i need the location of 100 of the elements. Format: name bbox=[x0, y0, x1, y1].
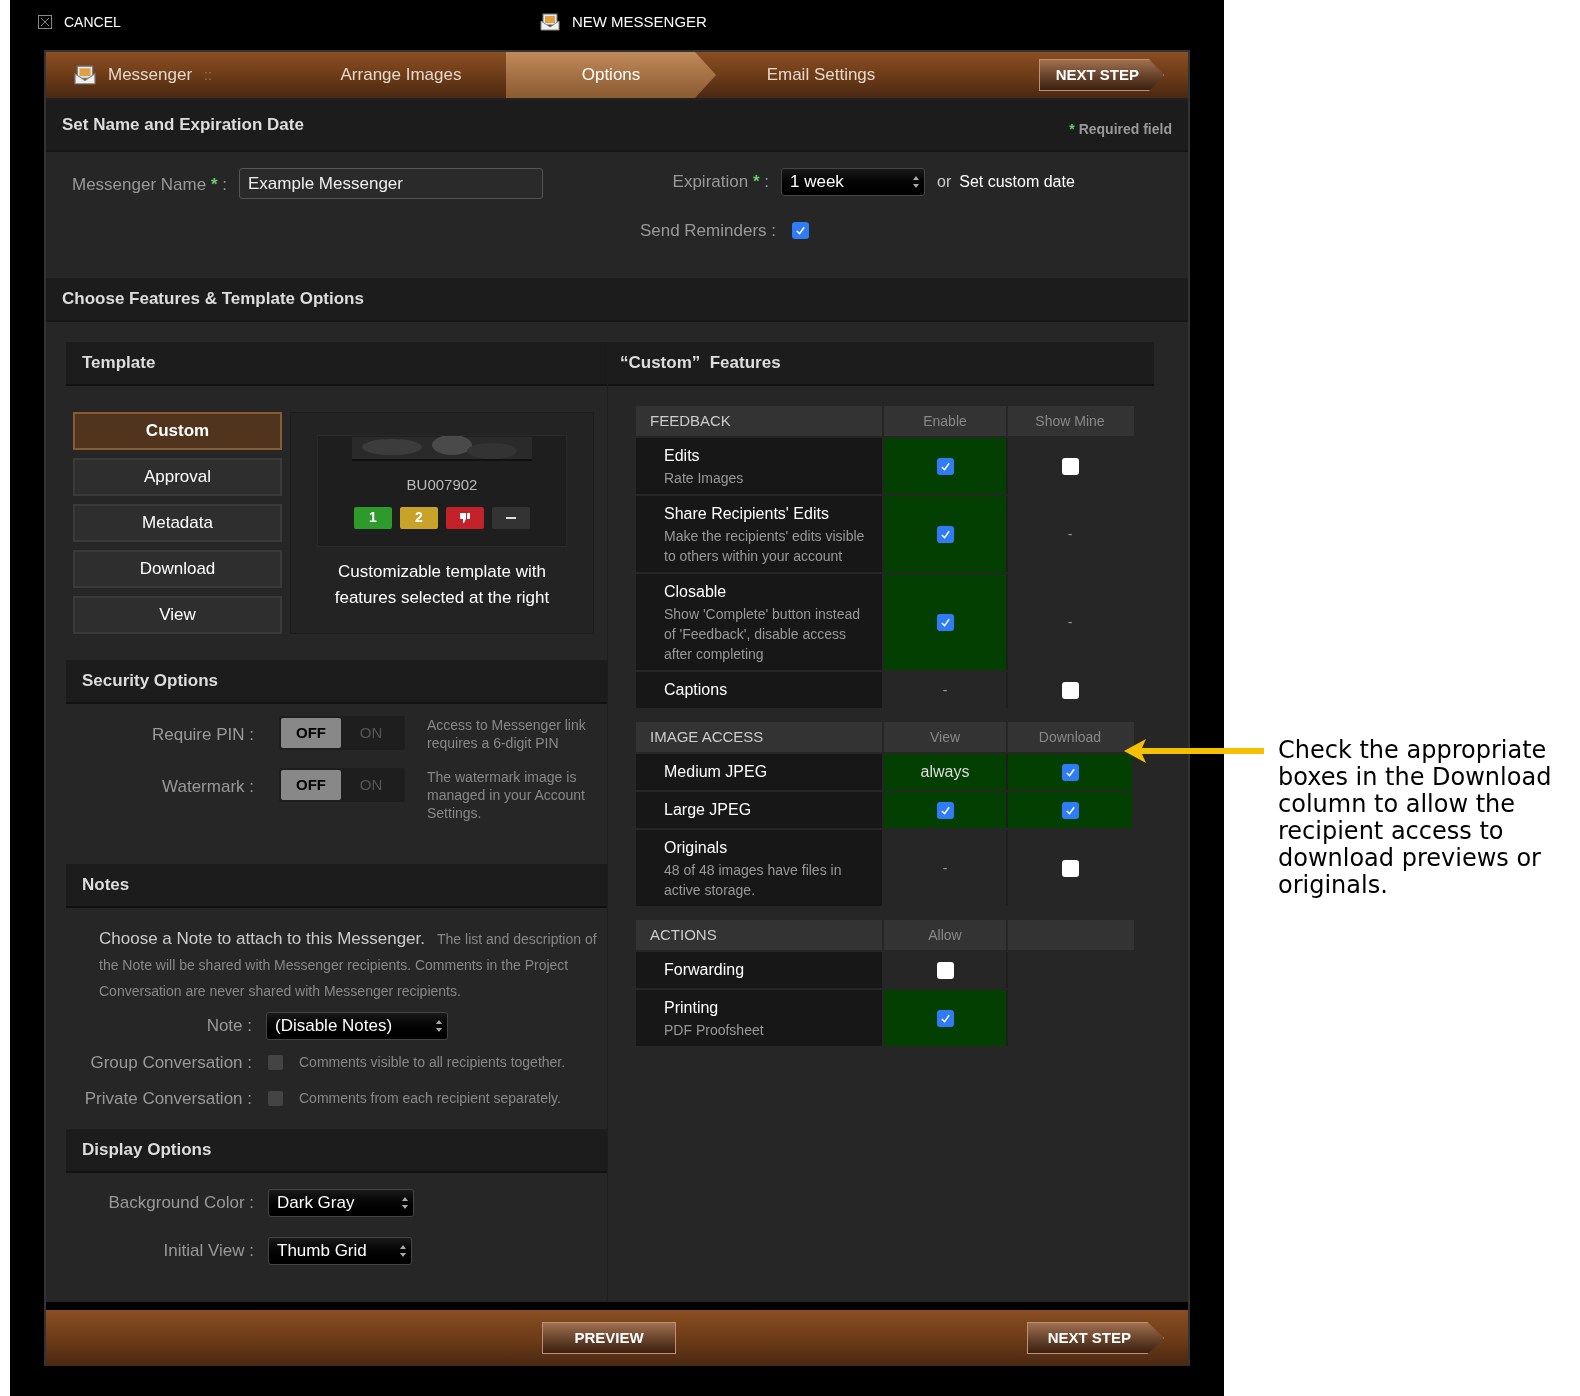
select-dropdown[interactable]: 1 week bbox=[781, 168, 925, 196]
rating-button[interactable]: 1 bbox=[354, 506, 392, 529]
minus-icon bbox=[506, 516, 516, 519]
feature-description: PDF Proofsheet bbox=[664, 1021, 765, 1040]
section-title: Template bbox=[82, 352, 156, 375]
checkbox[interactable] bbox=[936, 525, 954, 543]
checkmark-icon bbox=[1064, 766, 1076, 778]
group-header: IMAGE ACCESS bbox=[636, 722, 884, 752]
feature-name: Share Recipients' Edits bbox=[664, 504, 830, 524]
feature-description: Rate Images bbox=[664, 469, 745, 488]
template-option-button[interactable]: Download bbox=[73, 550, 282, 588]
feature-name: Captions bbox=[664, 680, 729, 700]
field-label: Initial View : bbox=[162, 1240, 254, 1263]
next-step-button[interactable]: NEXT STEP bbox=[1026, 1322, 1164, 1354]
checkmark-icon bbox=[939, 460, 951, 472]
checkbox[interactable] bbox=[268, 1090, 283, 1106]
field-label: Group Conversation : bbox=[89, 1052, 252, 1074]
template-option-button[interactable]: Approval bbox=[73, 458, 282, 496]
feature-name: Originals bbox=[664, 838, 729, 858]
help-text: Comments from each recipient separately. bbox=[299, 1088, 561, 1108]
template-option-button[interactable]: Metadata bbox=[73, 504, 282, 542]
envelope-photo-icon bbox=[74, 64, 96, 86]
checkmark-icon bbox=[939, 804, 951, 816]
feature-description: Make the recipients' edits visible to others within your account bbox=[664, 527, 866, 566]
field-label: Expiration * : bbox=[671, 171, 769, 194]
checkbox[interactable] bbox=[936, 613, 954, 631]
checkbox[interactable] bbox=[1061, 457, 1079, 475]
section-title: Set Name and Expiration Date bbox=[62, 114, 304, 137]
step-tab[interactable]: Email Settings bbox=[716, 52, 926, 98]
custom-date-link[interactable]: Set custom date bbox=[959, 170, 1075, 194]
table-cell-text: - bbox=[1067, 612, 1073, 632]
feature-name: Closable bbox=[664, 582, 728, 602]
column-header: Download bbox=[1037, 727, 1103, 747]
table-cell-text: - bbox=[942, 680, 948, 700]
column-header: Enable bbox=[884, 406, 1008, 436]
checkbox[interactable] bbox=[1061, 681, 1079, 699]
stepper-arrows-icon bbox=[401, 1196, 409, 1210]
window-title: NEW MESSENGER bbox=[571, 11, 707, 32]
section-title: Security Options bbox=[82, 670, 219, 693]
separator: :: bbox=[204, 65, 212, 85]
section-title: “Custom” Features bbox=[620, 352, 781, 375]
thumbs-down-icon bbox=[459, 511, 471, 524]
group-header: ACTIONS bbox=[636, 920, 884, 950]
help-text: The watermark image is managed in your Account Settings. bbox=[427, 768, 586, 822]
field-label: Private Conversation : bbox=[83, 1087, 252, 1110]
feature-name: Large JPEG bbox=[664, 800, 753, 820]
clear-button[interactable] bbox=[492, 506, 530, 529]
image-id: BU007902 bbox=[406, 475, 478, 495]
select-dropdown[interactable]: Thumb Grid bbox=[268, 1237, 412, 1265]
table-cell-text: always bbox=[920, 762, 970, 782]
field-label: Require PIN : bbox=[150, 724, 254, 746]
step-tab[interactable]: Messenger :: bbox=[46, 52, 296, 98]
field-label: Note : bbox=[205, 1015, 252, 1038]
section-title: Notes bbox=[82, 874, 130, 897]
section-title: Display Options bbox=[82, 1139, 212, 1162]
select-dropdown[interactable]: Dark Gray bbox=[268, 1189, 414, 1217]
checkmark-icon bbox=[939, 1012, 951, 1024]
help-text: Comments visible to all recipients together. bbox=[299, 1053, 566, 1073]
checkbox[interactable] bbox=[268, 1055, 283, 1071]
select-dropdown[interactable]: (Disable Notes) bbox=[266, 1012, 448, 1040]
text-field[interactable]: Example Messenger bbox=[239, 168, 543, 199]
field-label: Watermark : bbox=[161, 776, 254, 798]
close-icon bbox=[38, 15, 52, 29]
column-header: Allow bbox=[884, 920, 1008, 950]
next-step-button[interactable]: NEXT STEP bbox=[1038, 59, 1164, 91]
field-label: Messenger Name * : bbox=[72, 174, 227, 196]
checkmark-icon bbox=[939, 528, 951, 540]
arrow-icon bbox=[1124, 739, 1264, 763]
checkbox[interactable] bbox=[936, 457, 954, 475]
step-tab[interactable]: Options bbox=[506, 52, 716, 98]
cancel-button[interactable]: CANCEL bbox=[38, 11, 121, 33]
checkbox[interactable] bbox=[1061, 801, 1079, 819]
feature-description: 48 of 48 images have files in active storage. bbox=[664, 861, 843, 900]
help-text: Access to Messenger link requires a 6-digit PIN bbox=[427, 716, 587, 752]
feature-name: Printing bbox=[664, 998, 720, 1018]
table-cell-text: - bbox=[1067, 524, 1073, 544]
or-label: or bbox=[937, 172, 952, 192]
thumbs-down-button[interactable] bbox=[446, 506, 484, 529]
field-label: Background Color : bbox=[107, 1192, 254, 1215]
step-tab[interactable]: Arrange Images bbox=[296, 52, 506, 98]
template-description: Customizable template with features selected at the right bbox=[333, 561, 551, 609]
template-option-button[interactable]: Custom bbox=[73, 412, 282, 450]
checkbox[interactable] bbox=[936, 1009, 954, 1027]
checkbox[interactable] bbox=[936, 961, 954, 979]
checkmark-icon bbox=[939, 616, 951, 628]
section-title: Choose Features & Template Options bbox=[62, 288, 364, 311]
stepper-arrows-icon bbox=[912, 175, 920, 189]
checkbox[interactable] bbox=[936, 801, 954, 819]
stepper-arrows-icon bbox=[435, 1019, 443, 1033]
checkbox[interactable] bbox=[1061, 763, 1079, 781]
template-option-button[interactable]: View bbox=[73, 596, 282, 634]
required-note: * Required field bbox=[1069, 119, 1172, 139]
field-label: Send Reminders : bbox=[639, 220, 776, 242]
checkbox[interactable] bbox=[1061, 859, 1079, 877]
checkmark-icon bbox=[795, 225, 806, 237]
stepper-arrows-icon bbox=[399, 1244, 407, 1258]
feature-name: Forwarding bbox=[664, 960, 746, 980]
preview-button[interactable]: PREVIEW bbox=[542, 1322, 676, 1354]
checkbox[interactable] bbox=[792, 222, 809, 240]
checkmark-icon bbox=[1064, 804, 1076, 816]
